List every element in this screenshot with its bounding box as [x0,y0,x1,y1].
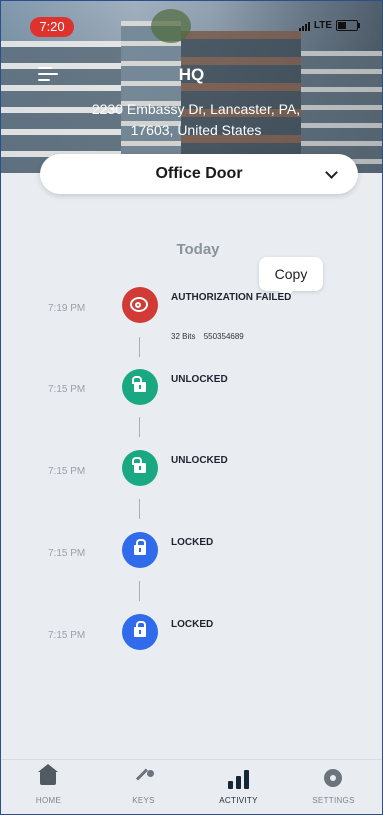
event-time: 7:15 PM [48,466,86,477]
bottom-tab-bar: HOME KEYS ACTIVITY SETTINGS [1,759,382,814]
event-detail-bits: 32 Bits [171,332,196,341]
event-time: 7:15 PM [48,630,86,641]
header-banner: 7:20 LTE HQ 2230 Embassy Dr, Lancaster, … [1,1,382,173]
address-line-2: 17603, United States [130,122,262,138]
location-title: HQ [178,65,205,84]
unlock-icon [132,457,146,473]
event-time: 7:19 PM [48,303,86,314]
event-status-dot[interactable] [122,532,158,568]
event-title[interactable]: LOCKED [171,537,213,548]
tab-activity[interactable]: ACTIVITY [191,760,286,814]
timeline-connector [139,417,140,437]
tab-settings[interactable]: SETTINGS [286,760,381,814]
network-type: LTE [313,20,332,31]
event-title[interactable]: UNLOCKED [171,374,228,385]
tab-keys[interactable]: KEYS [96,760,191,814]
event-status-dot[interactable] [122,614,158,650]
tab-label: ACTIVITY [219,796,258,805]
tree-image [151,9,191,43]
location-address: 2230 Embassy Dr, Lancaster, PA, 17603, U… [71,99,321,141]
door-dropdown[interactable]: Office Door [40,154,358,194]
home-icon [38,764,58,785]
event-detail[interactable]: 32 Bits 550354689 [171,332,250,341]
tab-label: KEYS [132,796,155,805]
gear-icon [324,769,342,787]
bar-chart-icon [228,769,250,789]
lock-icon [134,621,146,637]
event-status-dot[interactable] [122,287,158,323]
timeline-connector [139,581,140,601]
status-indicators: LTE [298,20,360,31]
timeline-connector [139,337,140,357]
event-status-dot[interactable] [122,450,158,486]
tab-home[interactable]: HOME [1,760,96,814]
timeline-connector [139,499,140,519]
lock-icon [134,539,146,555]
key-icon [136,770,154,788]
battery-icon [336,20,360,31]
event-time: 7:15 PM [48,548,86,559]
auth-failed-icon [130,297,148,312]
signal-icon [298,21,310,31]
event-time: 7:15 PM [48,384,86,395]
event-title[interactable]: AUTHORIZATION FAILED [171,292,291,303]
event-status-dot[interactable] [122,369,158,405]
day-header: Today [176,241,220,258]
building-image-part [121,21,181,173]
app-screen: 7:20 LTE HQ 2230 Embassy Dr, Lancaster, … [0,0,383,815]
event-title[interactable]: UNLOCKED [171,455,228,466]
status-time: 7:20 [30,17,74,37]
tab-label: HOME [35,796,62,805]
address-line-1: 2230 Embassy Dr, Lancaster, PA, [91,101,301,117]
event-detail-code: 550354689 [203,332,244,341]
event-title[interactable]: LOCKED [171,619,213,630]
door-dropdown-value: Office Door [155,165,243,182]
tab-label: SETTINGS [312,796,355,805]
copy-tooltip[interactable]: Copy [259,257,323,291]
unlock-icon [132,376,146,392]
